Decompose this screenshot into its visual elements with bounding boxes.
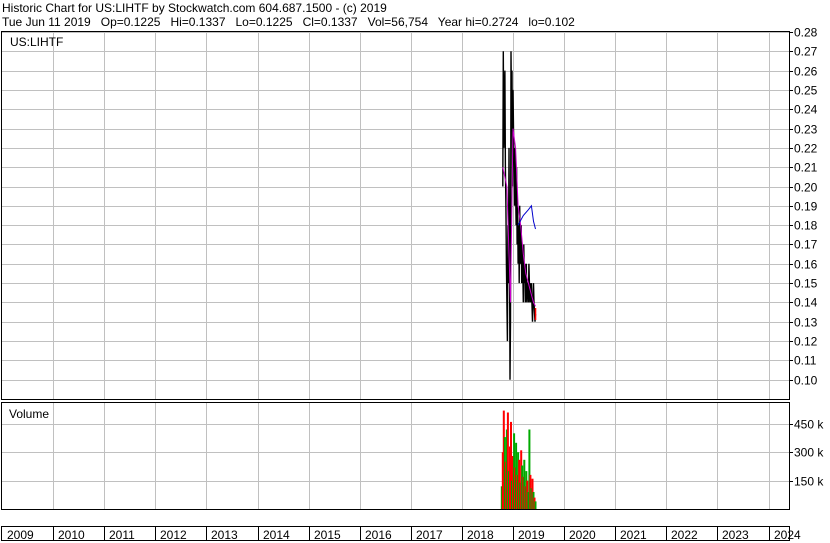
volume-y-axis: 450 k 300 k 150 k [789, 418, 824, 489]
x-tick-label: 2017 [416, 528, 443, 542]
x-tick-label: 2020 [569, 528, 596, 542]
price-y-tick-label: 0.11 [794, 354, 817, 368]
x-tick-label: 2024 [774, 528, 801, 542]
x-tick-label: 2019 [518, 528, 545, 542]
volume-y-tick-label: 300 k [794, 446, 824, 460]
price-y-tick-label: 0.24 [794, 103, 818, 117]
price-y-tick-label: 0.19 [794, 200, 818, 214]
price-y-tick-label: 0.14 [794, 296, 818, 310]
price-y-tick-label: 0.25 [794, 84, 818, 98]
price-y-tick-label: 0.16 [794, 258, 818, 272]
x-tick-label: 2021 [620, 528, 647, 542]
x-tick-label: 2011 [109, 528, 135, 542]
price-y-tick-label: 0.26 [794, 65, 818, 79]
x-tick-label: 2009 [7, 528, 34, 542]
volume-bar [534, 501, 537, 509]
price-y-tick-label: 0.17 [794, 238, 818, 252]
price-y-tick-label: 0.10 [794, 374, 818, 388]
x-tick-label: 2022 [671, 528, 698, 542]
price-y-tick-label: 0.12 [794, 335, 818, 349]
symbol-label: US:LIHTF [10, 35, 63, 49]
price-y-tick-label: 0.28 [794, 26, 818, 40]
volume-label: Volume [9, 407, 49, 421]
price-y-tick-label: 0.20 [794, 181, 818, 195]
price-y-tick-label: 0.27 [794, 45, 818, 59]
x-tick-label: 2015 [314, 528, 341, 542]
x-tick-label: 2013 [211, 528, 238, 542]
price-y-tick-label: 0.15 [794, 277, 818, 291]
price-y-tick-label: 0.21 [794, 161, 818, 175]
price-panel-frame [1, 31, 790, 400]
price-y-axis: 0.28 0.27 0.26 0.25 0.24 0.23 0.22 0.21 0.20 0.19… [789, 26, 818, 388]
volume-y-tick-label: 450 k [794, 418, 824, 432]
price-y-tick-label: 0.23 [794, 123, 818, 137]
x-tick-label: 2023 [722, 528, 749, 542]
volume-panel-frame [1, 402, 790, 510]
x-tick-label: 2014 [263, 528, 290, 542]
stock-chart: 0.28 0.27 0.26 0.25 0.24 0.23 0.22 0.21 0.20 0.19… [1, 26, 824, 542]
x-tick-label: 2012 [160, 528, 187, 542]
volume-y-tick-label: 150 k [794, 475, 824, 489]
x-tick-label: 2016 [365, 528, 392, 542]
x-tick-label: 2010 [58, 528, 85, 542]
price-y-tick-label: 0.18 [794, 219, 818, 233]
price-y-tick-label: 0.13 [794, 316, 818, 330]
x-tick-label: 2018 [467, 528, 494, 542]
price-y-tick-label: 0.22 [794, 142, 818, 156]
